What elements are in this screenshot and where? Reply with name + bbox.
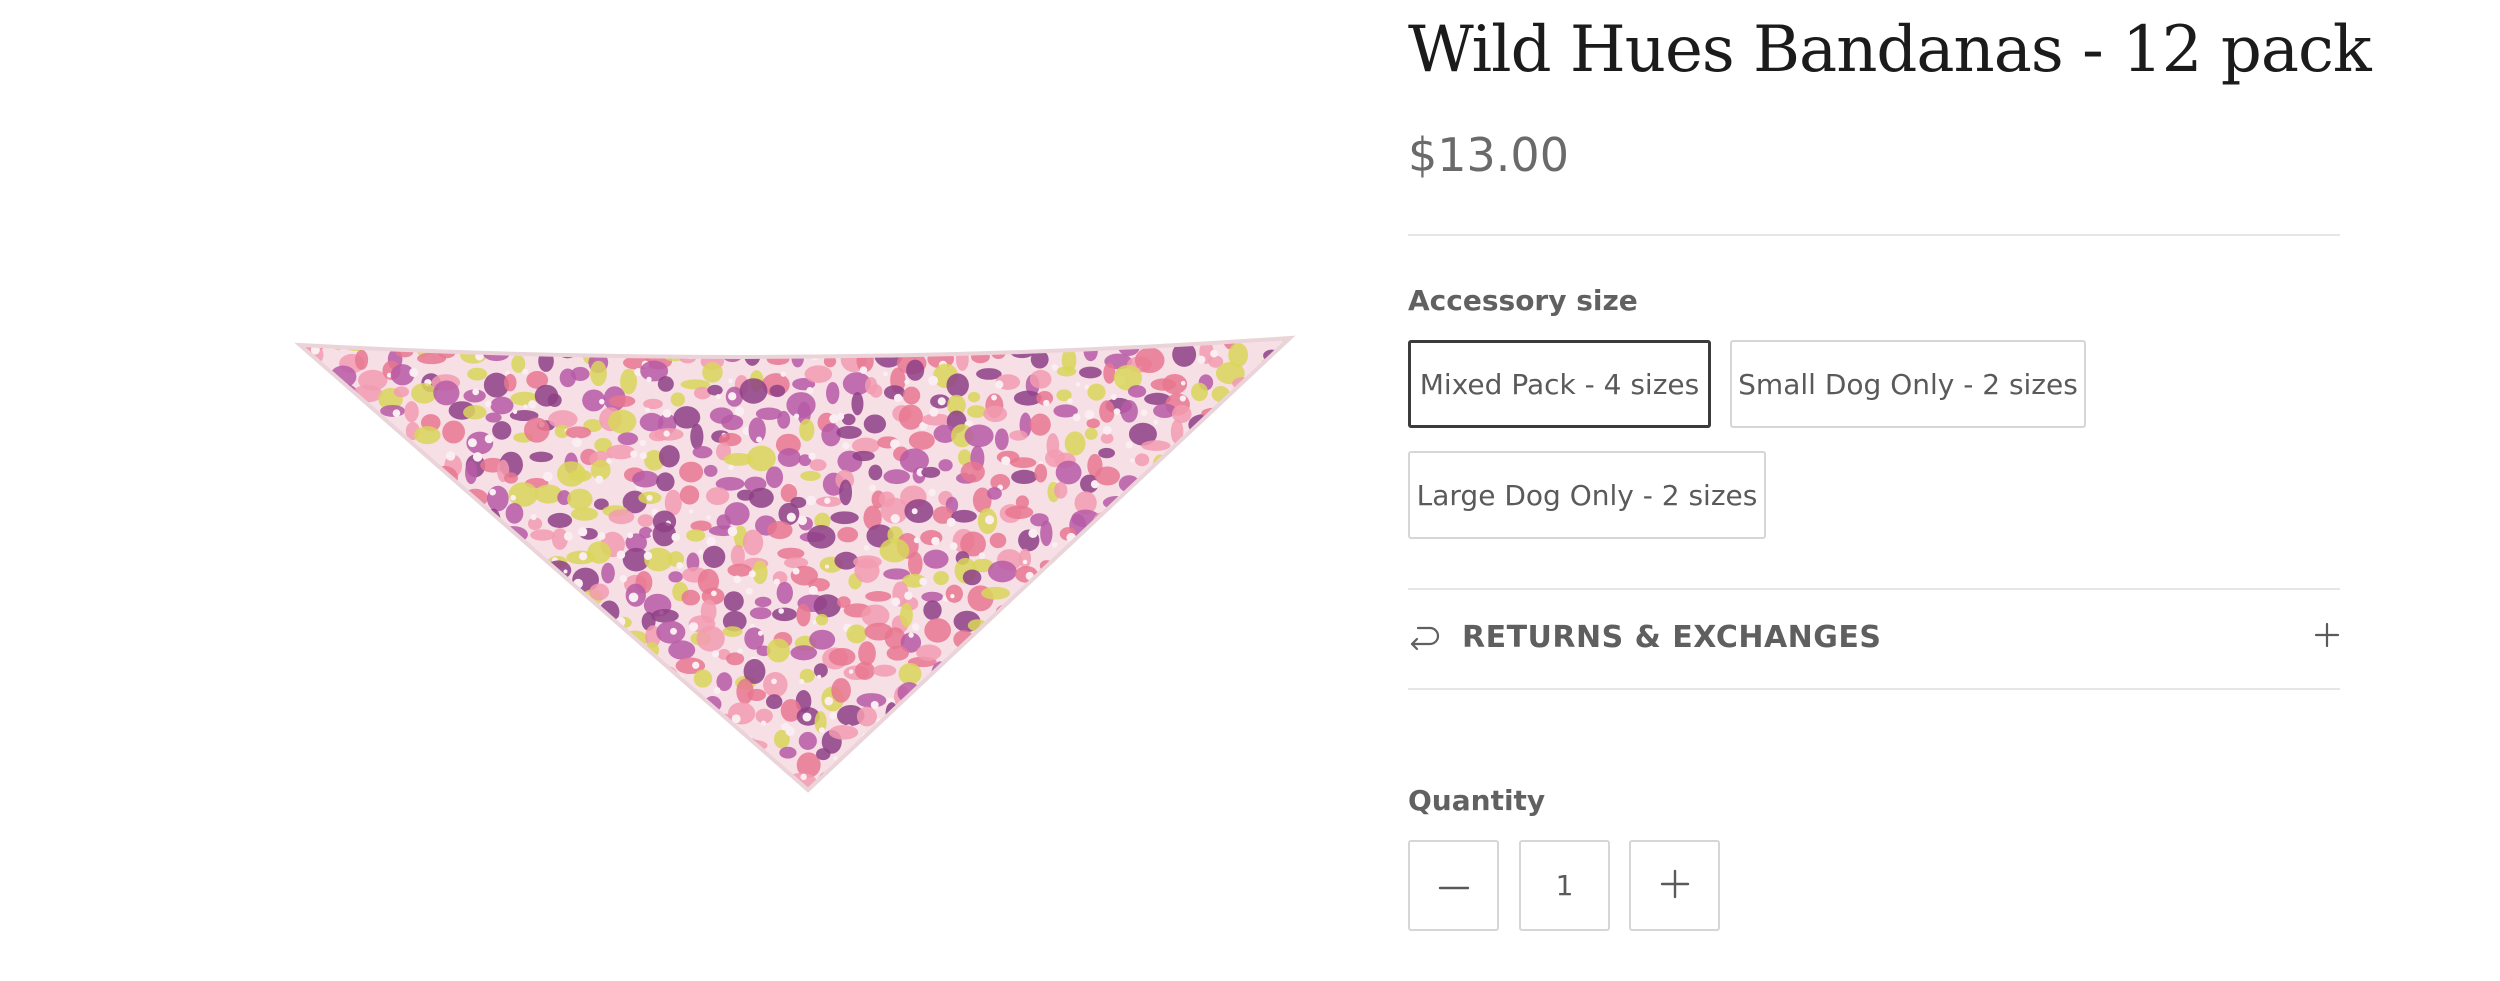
plus-icon bbox=[1660, 869, 1690, 903]
bandana-image bbox=[294, 335, 1296, 793]
return-arrow-icon bbox=[1408, 620, 1442, 658]
size-option-mixed-pack[interactable]: Mixed Pack - 4 sizes bbox=[1408, 340, 1711, 428]
divider bbox=[1408, 234, 2340, 236]
quantity-decrease-button[interactable] bbox=[1408, 840, 1499, 931]
plus-icon[interactable] bbox=[2314, 622, 2340, 652]
product-image[interactable] bbox=[0, 0, 1380, 981]
quantity-increase-button[interactable] bbox=[1629, 840, 1720, 931]
returns-exchanges-accordion[interactable]: RETURNS & EXCHANGES bbox=[1408, 590, 2340, 686]
product-title: Wild Hues Bandanas - 12 pack bbox=[1408, 13, 2372, 87]
size-option-large-dog[interactable]: Large Dog Only - 2 sizes bbox=[1408, 451, 1766, 539]
quantity-input[interactable]: 1 bbox=[1519, 840, 1610, 931]
size-option-small-dog[interactable]: Small Dog Only - 2 sizes bbox=[1730, 340, 2086, 428]
product-price: $13.00 bbox=[1408, 128, 1569, 182]
quantity-label: Quantity bbox=[1408, 784, 1546, 817]
divider bbox=[1408, 688, 2340, 690]
minus-icon bbox=[1438, 876, 1470, 895]
accessory-size-label: Accessory size bbox=[1408, 284, 1638, 317]
accordion-label: RETURNS & EXCHANGES bbox=[1462, 620, 1882, 655]
